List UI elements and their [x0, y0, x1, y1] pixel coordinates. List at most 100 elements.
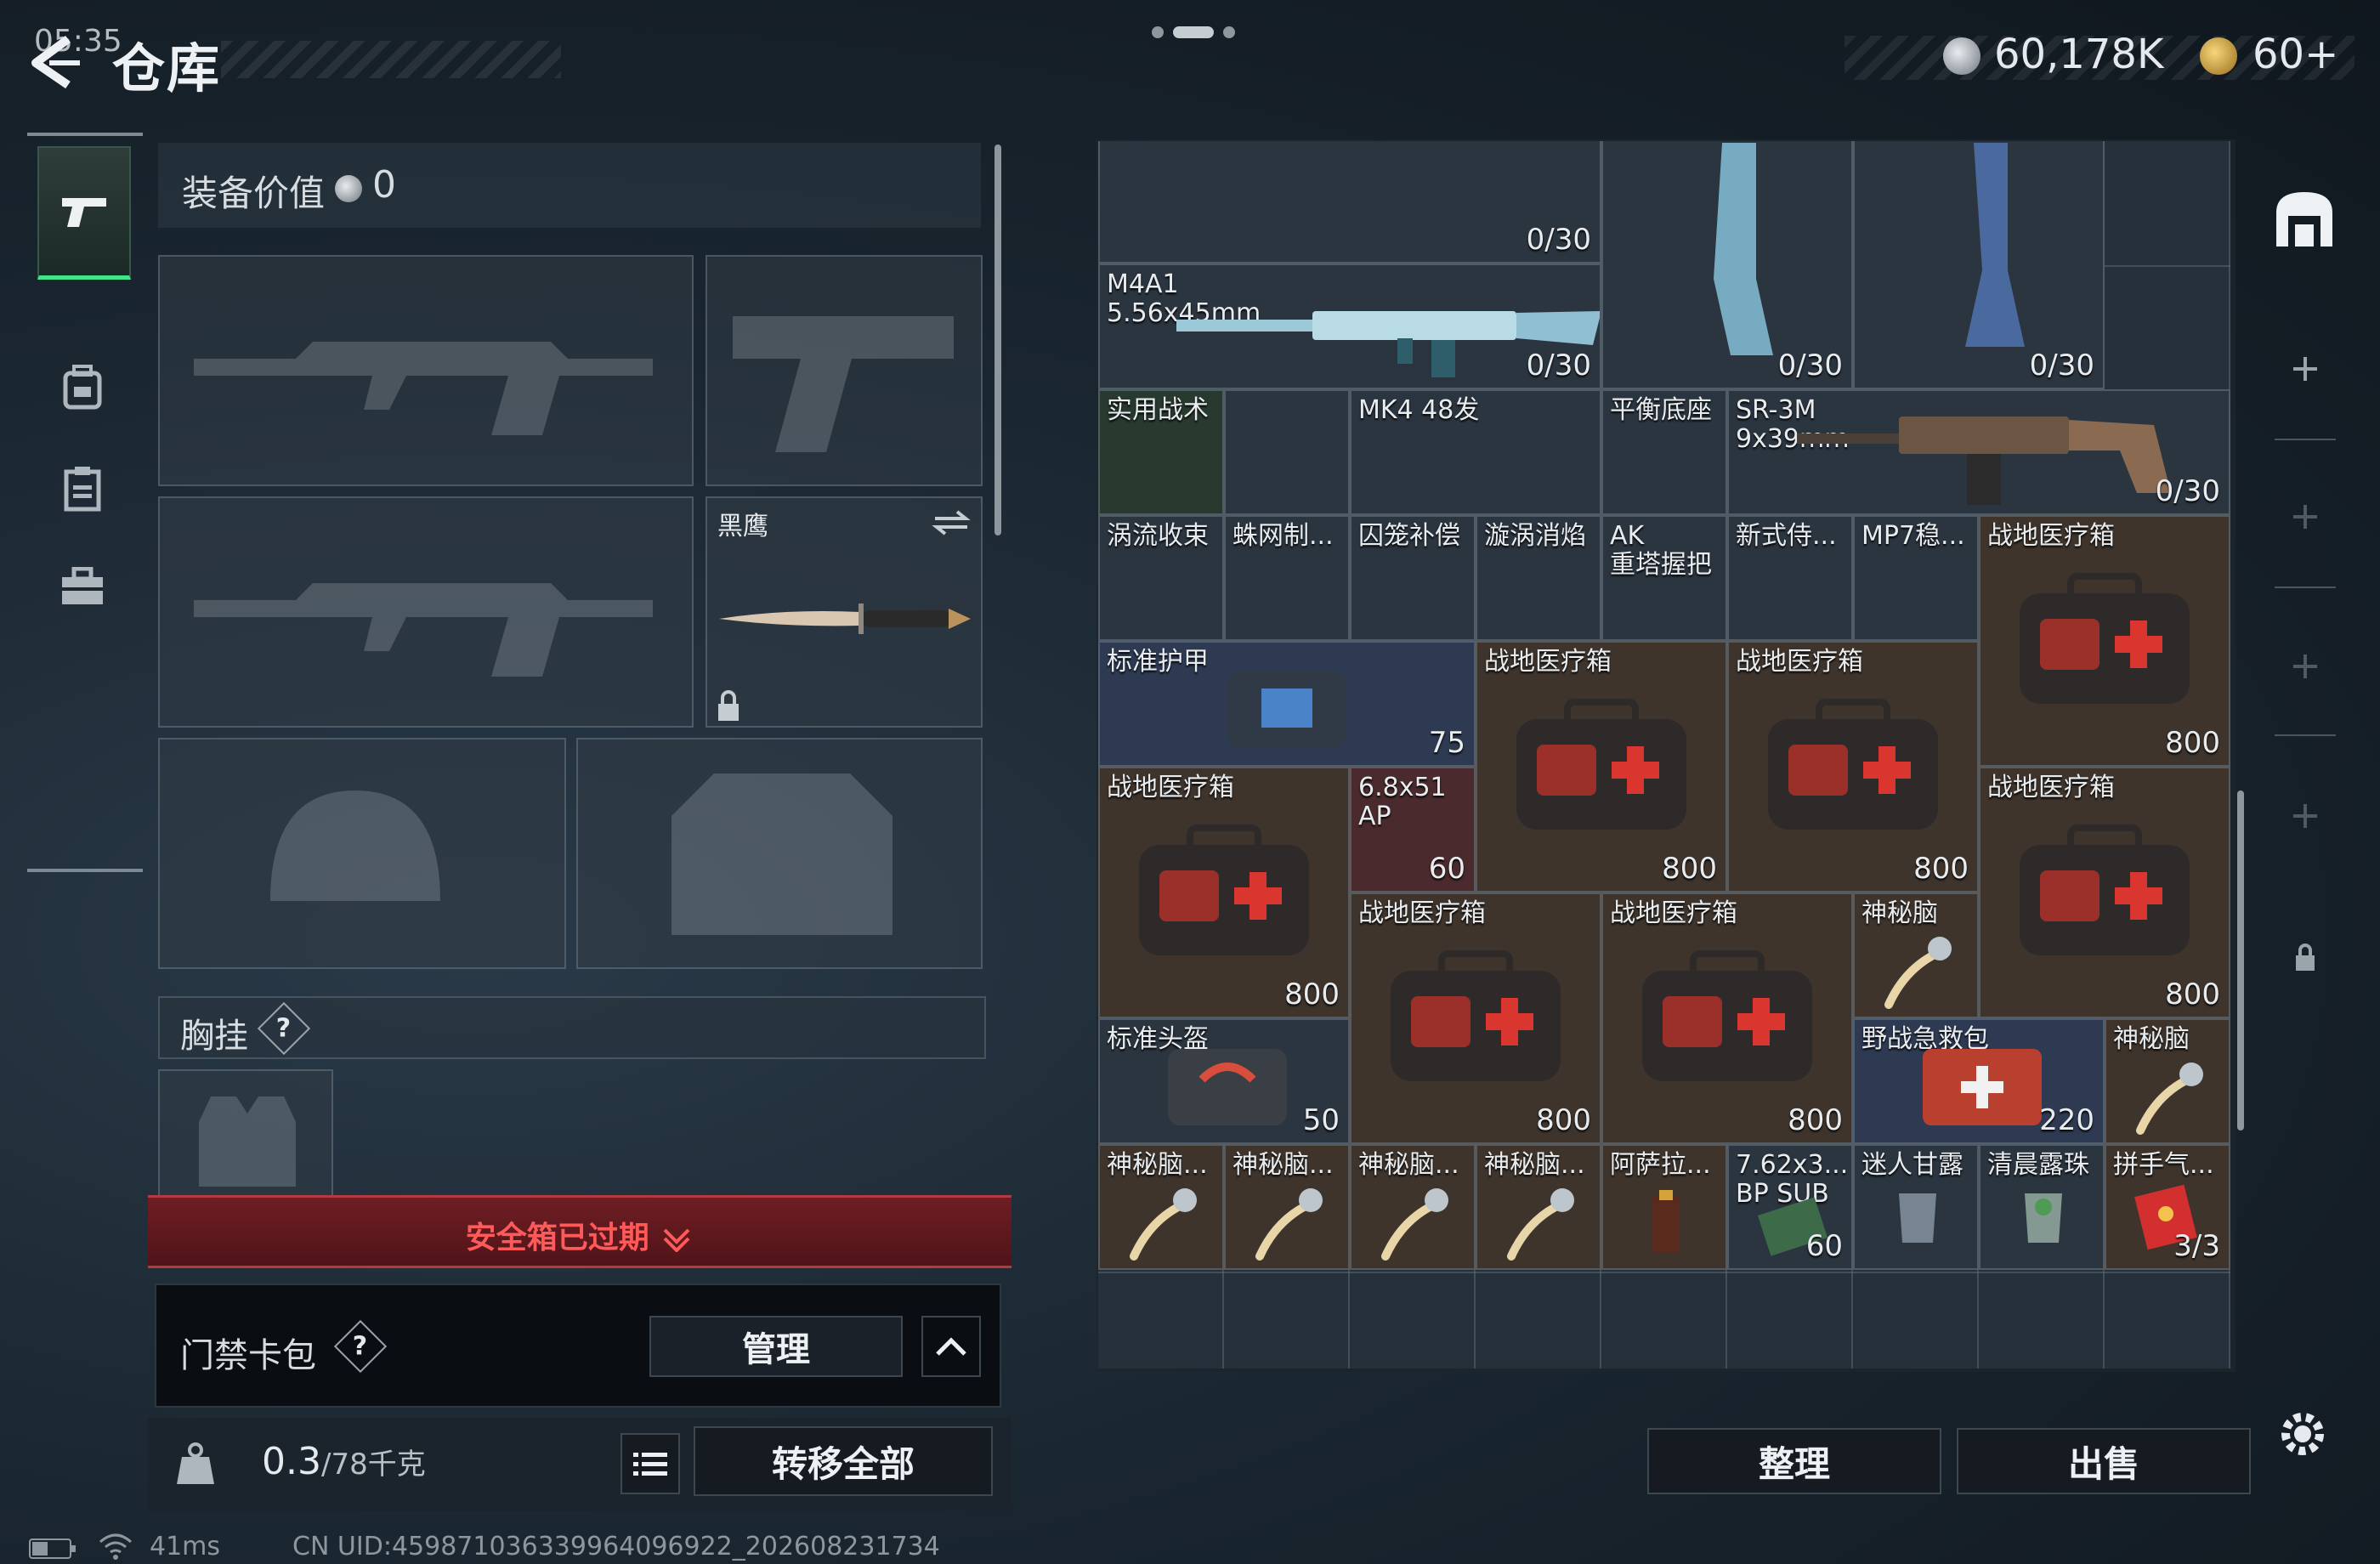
- storage-item-medkit[interactable]: 战地医疗箱 800: [1098, 767, 1350, 1018]
- tab-clipboard[interactable]: [37, 442, 128, 536]
- storage-item-magazine[interactable]: MK4 48发: [1350, 389, 1601, 515]
- plus-icon[interactable]: [2290, 354, 2320, 384]
- medkit-icon: [2020, 824, 2190, 955]
- weight-icon: [177, 1442, 214, 1484]
- money-amount[interactable]: 60,178K: [1994, 31, 2163, 78]
- ping-readout: 41ms: [150, 1532, 221, 1561]
- rail-divider: [2275, 439, 2336, 440]
- warehouse-icon[interactable]: [2271, 187, 2338, 250]
- weight-bar: 0.3/78千克 转移全部: [148, 1418, 1012, 1511]
- chevron-up-icon: [936, 1337, 966, 1356]
- storage-item-red-envelope[interactable]: 拼手气... 3/3: [2105, 1144, 2230, 1270]
- top-bar: 05:35 仓库 60,178K 60+: [0, 0, 2380, 128]
- storage-item-glass[interactable]: 迷人甘露: [1853, 1144, 1979, 1270]
- safe-box-banner[interactable]: 安全箱已过期: [148, 1195, 1012, 1268]
- melee-name: 黑鹰: [717, 512, 768, 541]
- gold-amount[interactable]: 60+: [2252, 31, 2338, 78]
- storage-item-flash-hider[interactable]: 漩涡消焰: [1476, 515, 1601, 641]
- vest-silhouette-icon: [199, 1096, 296, 1187]
- storage-item-drink[interactable]: 阿萨拉...: [1601, 1144, 1727, 1270]
- back-arrow-icon[interactable]: [24, 32, 92, 92]
- list-icon: [633, 1453, 667, 1476]
- money-coin-icon: [335, 175, 362, 202]
- category-rail: [27, 128, 144, 876]
- tab-weapons[interactable]: [37, 146, 131, 280]
- storage-item-muzzle[interactable]: 涡流收束: [1098, 515, 1224, 641]
- sell-button[interactable]: 出售: [1957, 1428, 2251, 1494]
- rail-divider: [2275, 586, 2336, 588]
- storage-item-muzzle[interactable]: 蛛网制...: [1224, 515, 1350, 641]
- storage-item-medkit[interactable]: 战地医疗箱 800: [1476, 641, 1727, 892]
- user-id: CN UID:459871036339964096922_20260823173…: [292, 1532, 940, 1561]
- storage-item-brain[interactable]: 神秘脑: [2105, 1018, 2230, 1144]
- money-coin-icon: [1943, 37, 1980, 75]
- storage-item-brain[interactable]: 神秘脑...: [1350, 1144, 1476, 1270]
- brain-item-icon: [1884, 937, 1952, 1009]
- help-icon[interactable]: ?: [257, 1001, 311, 1056]
- help-icon[interactable]: ?: [333, 1319, 388, 1374]
- storage-item-stock[interactable]: 实用战术: [1098, 389, 1224, 515]
- plus-icon[interactable]: [2290, 502, 2320, 532]
- medkit-icon: [1768, 699, 1938, 830]
- transfer-all-button[interactable]: 转移全部: [694, 1426, 993, 1496]
- chest-rig-bar: 胸挂 ?: [158, 996, 986, 1059]
- plus-icon[interactable]: [2290, 801, 2320, 831]
- storage-item-medkit[interactable]: 战地医疗箱 800: [1601, 892, 1853, 1144]
- brain-item-icon: [1130, 1188, 1197, 1261]
- gold-coin-icon: [2200, 37, 2237, 75]
- tab-case[interactable]: [37, 541, 128, 634]
- storage-item-brain[interactable]: 神秘脑...: [1098, 1144, 1224, 1270]
- page-indicator: [1152, 26, 1235, 38]
- storage-item-medkit[interactable]: 战地医疗箱 800: [1979, 767, 2230, 1018]
- storage-item-first-aid-kit[interactable]: 野战急救包 220: [1853, 1018, 2105, 1144]
- storage-item-brain[interactable]: 神秘脑...: [1224, 1144, 1350, 1270]
- melee-slot[interactable]: 黑鹰: [706, 496, 983, 728]
- storage-item-armor[interactable]: 标准护甲 75: [1098, 641, 1476, 767]
- storage-item-bipod[interactable]: 平衡底座: [1601, 389, 1727, 515]
- storage-item-medkit[interactable]: 战地医疗箱 800: [1727, 641, 1979, 892]
- list-view-button[interactable]: [620, 1433, 680, 1494]
- storage-item-compensator[interactable]: 囚笼补偿: [1350, 515, 1476, 641]
- swap-icon[interactable]: [932, 508, 971, 537]
- manage-button[interactable]: 管理: [649, 1316, 903, 1377]
- brain-item-icon: [2136, 1062, 2203, 1135]
- storage-item-grip[interactable]: AK 重塔握把: [1601, 515, 1727, 641]
- storage-item-medkit[interactable]: 战地医疗箱 800: [1350, 892, 1601, 1144]
- medkit-icon: [1642, 950, 1812, 1081]
- collapse-button[interactable]: [921, 1316, 981, 1377]
- pistol-slot[interactable]: [706, 255, 983, 486]
- storage-item-ammo[interactable]: 7.62x3... BP SUB 60: [1727, 1144, 1853, 1270]
- gear-icon[interactable]: [2275, 1406, 2331, 1462]
- storage-item-glass[interactable]: 清晨露珠: [1979, 1144, 2105, 1270]
- storage-item-grip[interactable]: 新式侍...: [1727, 515, 1853, 641]
- storage-item-ammo[interactable]: 6.8x51 AP 60: [1350, 767, 1476, 892]
- page-title: 仓库: [112, 37, 222, 99]
- storage-item-m4a1[interactable]: M4A1 5.56x45mm 0/30: [1098, 264, 1601, 389]
- storage-item-stock[interactable]: MP7稳...: [1853, 515, 1979, 641]
- storage-item-helmet[interactable]: 标准头盔 50: [1098, 1018, 1350, 1144]
- chest-rig-label: 胸挂: [180, 1017, 248, 1056]
- storage-item-weapon[interactable]: 0/30: [1853, 141, 2105, 389]
- tab-backpack[interactable]: [37, 340, 128, 434]
- storage-item-sr3m[interactable]: SR-3M 9x39mm 0/30: [1727, 389, 2230, 515]
- storage-item-brain[interactable]: 神秘脑...: [1476, 1144, 1601, 1270]
- storage-item-stock[interactable]: [1224, 389, 1350, 515]
- armor-slot[interactable]: [576, 738, 983, 969]
- primary-weapon-slot[interactable]: [158, 255, 694, 486]
- sort-button[interactable]: 整理: [1647, 1428, 1941, 1494]
- backpack-icon: [63, 365, 102, 410]
- secondary-weapon-slot[interactable]: [158, 496, 694, 728]
- wifi-icon: [99, 1533, 132, 1560]
- plus-icon[interactable]: [2290, 651, 2320, 682]
- armor-icon: [1227, 672, 1346, 748]
- storage-item-weapon[interactable]: 0/30: [1601, 141, 1853, 389]
- scrollbar[interactable]: [994, 144, 1001, 536]
- chest-rig-slot[interactable]: [158, 1069, 333, 1198]
- helmet-slot[interactable]: [158, 738, 566, 969]
- chevron-down-icon: [663, 1228, 690, 1253]
- storage-item-brain[interactable]: 神秘脑: [1853, 892, 1979, 1018]
- scrollbar[interactable]: [2237, 790, 2244, 1130]
- storage-item-medkit[interactable]: 战地医疗箱 800: [1979, 515, 2230, 767]
- storage-item-weapon[interactable]: 0/30: [1098, 141, 1601, 264]
- rail-divider: [27, 869, 143, 872]
